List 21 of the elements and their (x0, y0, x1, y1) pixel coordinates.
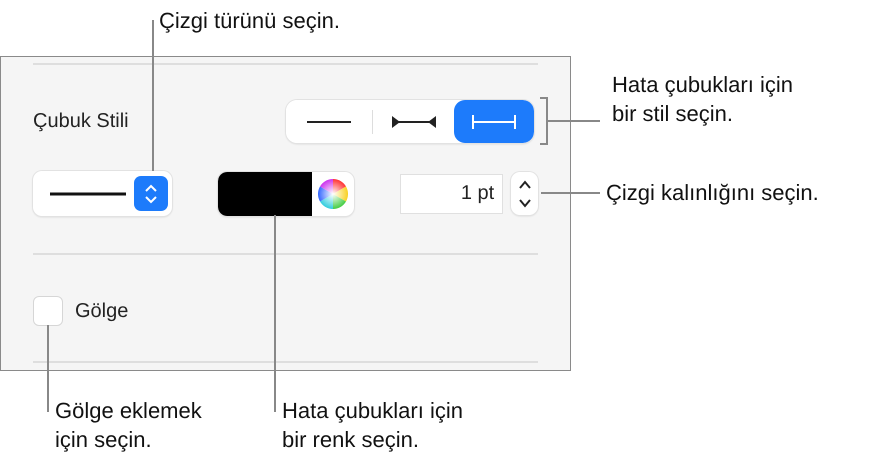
shadow-label: Gölge (75, 300, 128, 322)
callout-text: Çizgi kalınlığını seçin. (606, 179, 819, 207)
stepper[interactable] (511, 172, 538, 215)
shadow-checkbox[interactable] (33, 296, 63, 326)
bar-style-label: Çubuk Stili (33, 110, 129, 133)
bar-style-segment[interactable] (286, 100, 372, 143)
arrow-line-icon (392, 114, 436, 128)
line-width-field[interactable]: 1 pt (400, 174, 504, 214)
chevron-updown-icon (134, 176, 168, 211)
line-icon (50, 192, 126, 196)
color-wheel-icon (318, 178, 348, 208)
callout-text: Gölge eklemek için seçin. (55, 397, 202, 454)
callout-text: Çizgi türünü seçin. (159, 7, 340, 35)
callout-text: Hata çubukları için bir stil seçin. (612, 71, 793, 128)
color-well[interactable] (218, 172, 354, 216)
callout-text: Hata çubukları için bir renk seçin. (282, 397, 463, 454)
capped-line-icon (472, 114, 516, 128)
line-icon (307, 120, 351, 124)
chevron-updown-icon (516, 178, 533, 210)
line-type-popup[interactable] (33, 171, 172, 216)
bar-style-segment[interactable] (373, 100, 454, 143)
